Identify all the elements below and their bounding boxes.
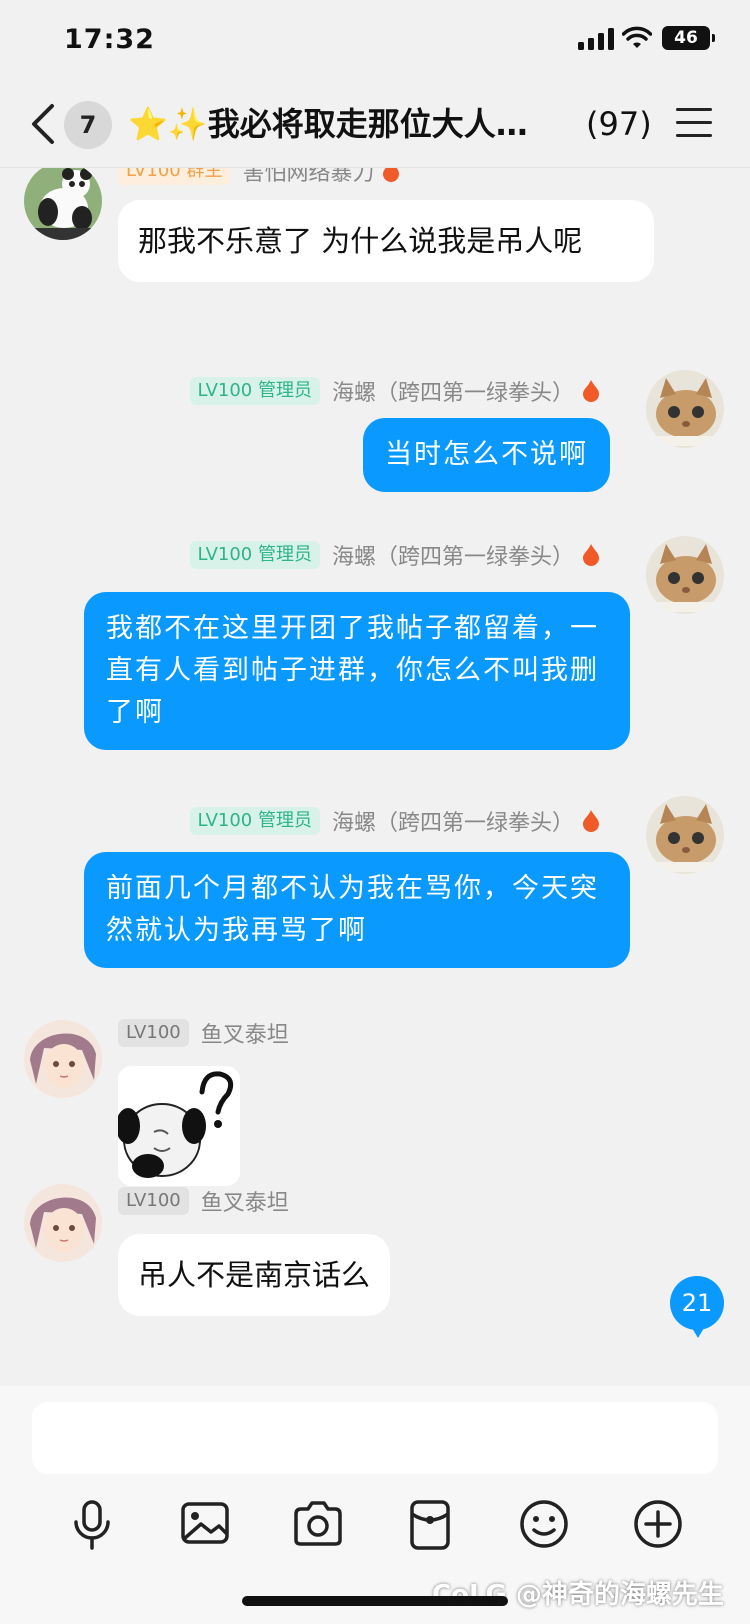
menu-icon[interactable] xyxy=(676,108,712,138)
composer: CoLG @神奇的海螺先生 xyxy=(0,1386,750,1624)
level-badge: LV100 管理员 xyxy=(189,807,320,835)
new-messages-badge[interactable]: 21 xyxy=(670,1276,724,1338)
message-meta: LV100 管理员 海螺（跨四第一绿拳头） xyxy=(189,539,600,571)
message-bubble[interactable]: 吊人不是南京话么 xyxy=(118,1234,391,1316)
plus-icon[interactable] xyxy=(628,1494,688,1554)
sender-name[interactable]: 鱼叉泰坦 xyxy=(201,1185,289,1217)
wifi-icon xyxy=(622,26,652,48)
battery-indicator: 46 xyxy=(662,26,715,50)
message-text: 我都不在这里开团了我帖子都留着，一直有人看到帖子进群，你怎么不叫我删了啊 xyxy=(106,613,599,728)
avatar-cat[interactable] xyxy=(646,796,724,874)
flame-icon xyxy=(583,380,599,402)
level-badge: LV100 管理员 xyxy=(189,541,320,569)
sender-name[interactable]: 海螺（跨四第一绿拳头） xyxy=(332,539,574,571)
member-count: (97) xyxy=(586,105,652,143)
unread-count-badge[interactable]: 7 xyxy=(64,101,112,149)
level-badge: LV100 群主 xyxy=(118,168,231,185)
message-text: 当时怎么不说啊 xyxy=(385,439,588,470)
level-badge: LV100 xyxy=(118,1019,189,1047)
sender-name[interactable]: 海螺（跨四第一绿拳头） xyxy=(332,805,574,837)
avatar-cat[interactable] xyxy=(646,370,724,448)
composer-toolbar xyxy=(0,1494,750,1558)
home-indicator xyxy=(242,1596,508,1606)
message-text: 前面几个月都不认为我在骂你，今天突然就认为我再骂了啊 xyxy=(106,873,599,946)
avatar-anime-girl[interactable] xyxy=(24,1020,102,1098)
sender-name[interactable]: 鱼叉泰坦 xyxy=(201,1017,289,1049)
emoji-icon[interactable] xyxy=(514,1494,574,1554)
camera-icon[interactable] xyxy=(288,1494,348,1554)
message-text: 吊人不是南京话么 xyxy=(138,1258,371,1292)
message-bubble[interactable]: 当时怎么不说啊 xyxy=(363,418,610,492)
level-badge: LV100 xyxy=(118,1187,189,1215)
avatar-panda[interactable] xyxy=(24,168,102,240)
flame-icon xyxy=(583,810,599,832)
sender-name[interactable]: 海螺（跨四第一绿拳头） xyxy=(332,375,574,407)
status-time: 17:32 xyxy=(64,24,155,55)
group-title[interactable]: ⭐✨我必将取走那位大人… xyxy=(128,102,568,146)
mic-icon[interactable] xyxy=(62,1494,122,1554)
back-chevron-icon[interactable] xyxy=(28,102,58,146)
message-bubble[interactable]: 我都不在这里开团了我帖子都留着，一直有人看到帖子进群，你怎么不叫我删了啊 xyxy=(84,592,630,750)
avatar-anime-girl[interactable] xyxy=(24,1184,102,1262)
flame-icon xyxy=(383,168,400,182)
sender-name[interactable]: 害怕网络暴力 xyxy=(242,168,374,187)
message-text: 那我不乐意了 为什么说我是吊人呢 xyxy=(138,224,583,258)
cellular-signal-icon xyxy=(578,28,614,50)
level-badge: LV100 管理员 xyxy=(189,377,320,405)
avatar-cat[interactable] xyxy=(646,536,724,614)
message-meta: LV100 鱼叉泰坦 xyxy=(118,1186,289,1216)
message-list[interactable]: LV100 群主 害怕网络暴力 那我不乐意了 为什么说我是吊人呢 LV100 管… xyxy=(0,168,750,1386)
message-input[interactable] xyxy=(32,1402,718,1474)
chat-header: 7 ⭐✨我必将取走那位大人… (97) xyxy=(0,80,750,168)
message-meta: LV100 群主 害怕网络暴力 xyxy=(118,168,400,186)
red-packet-icon[interactable] xyxy=(400,1494,460,1554)
message-bubble[interactable]: 那我不乐意了 为什么说我是吊人呢 xyxy=(118,200,654,282)
panda-question-sticker[interactable] xyxy=(118,1066,240,1186)
flame-icon xyxy=(583,544,599,566)
message-meta: LV100 管理员 海螺（跨四第一绿拳头） xyxy=(189,805,600,837)
status-bar: 17:32 46 xyxy=(0,0,750,80)
image-icon[interactable] xyxy=(175,1494,235,1554)
message-bubble[interactable]: 前面几个月都不认为我在骂你，今天突然就认为我再骂了啊 xyxy=(84,852,630,968)
message-meta: LV100 鱼叉泰坦 xyxy=(118,1018,289,1048)
message-meta: LV100 管理员 海螺（跨四第一绿拳头） xyxy=(189,375,600,407)
